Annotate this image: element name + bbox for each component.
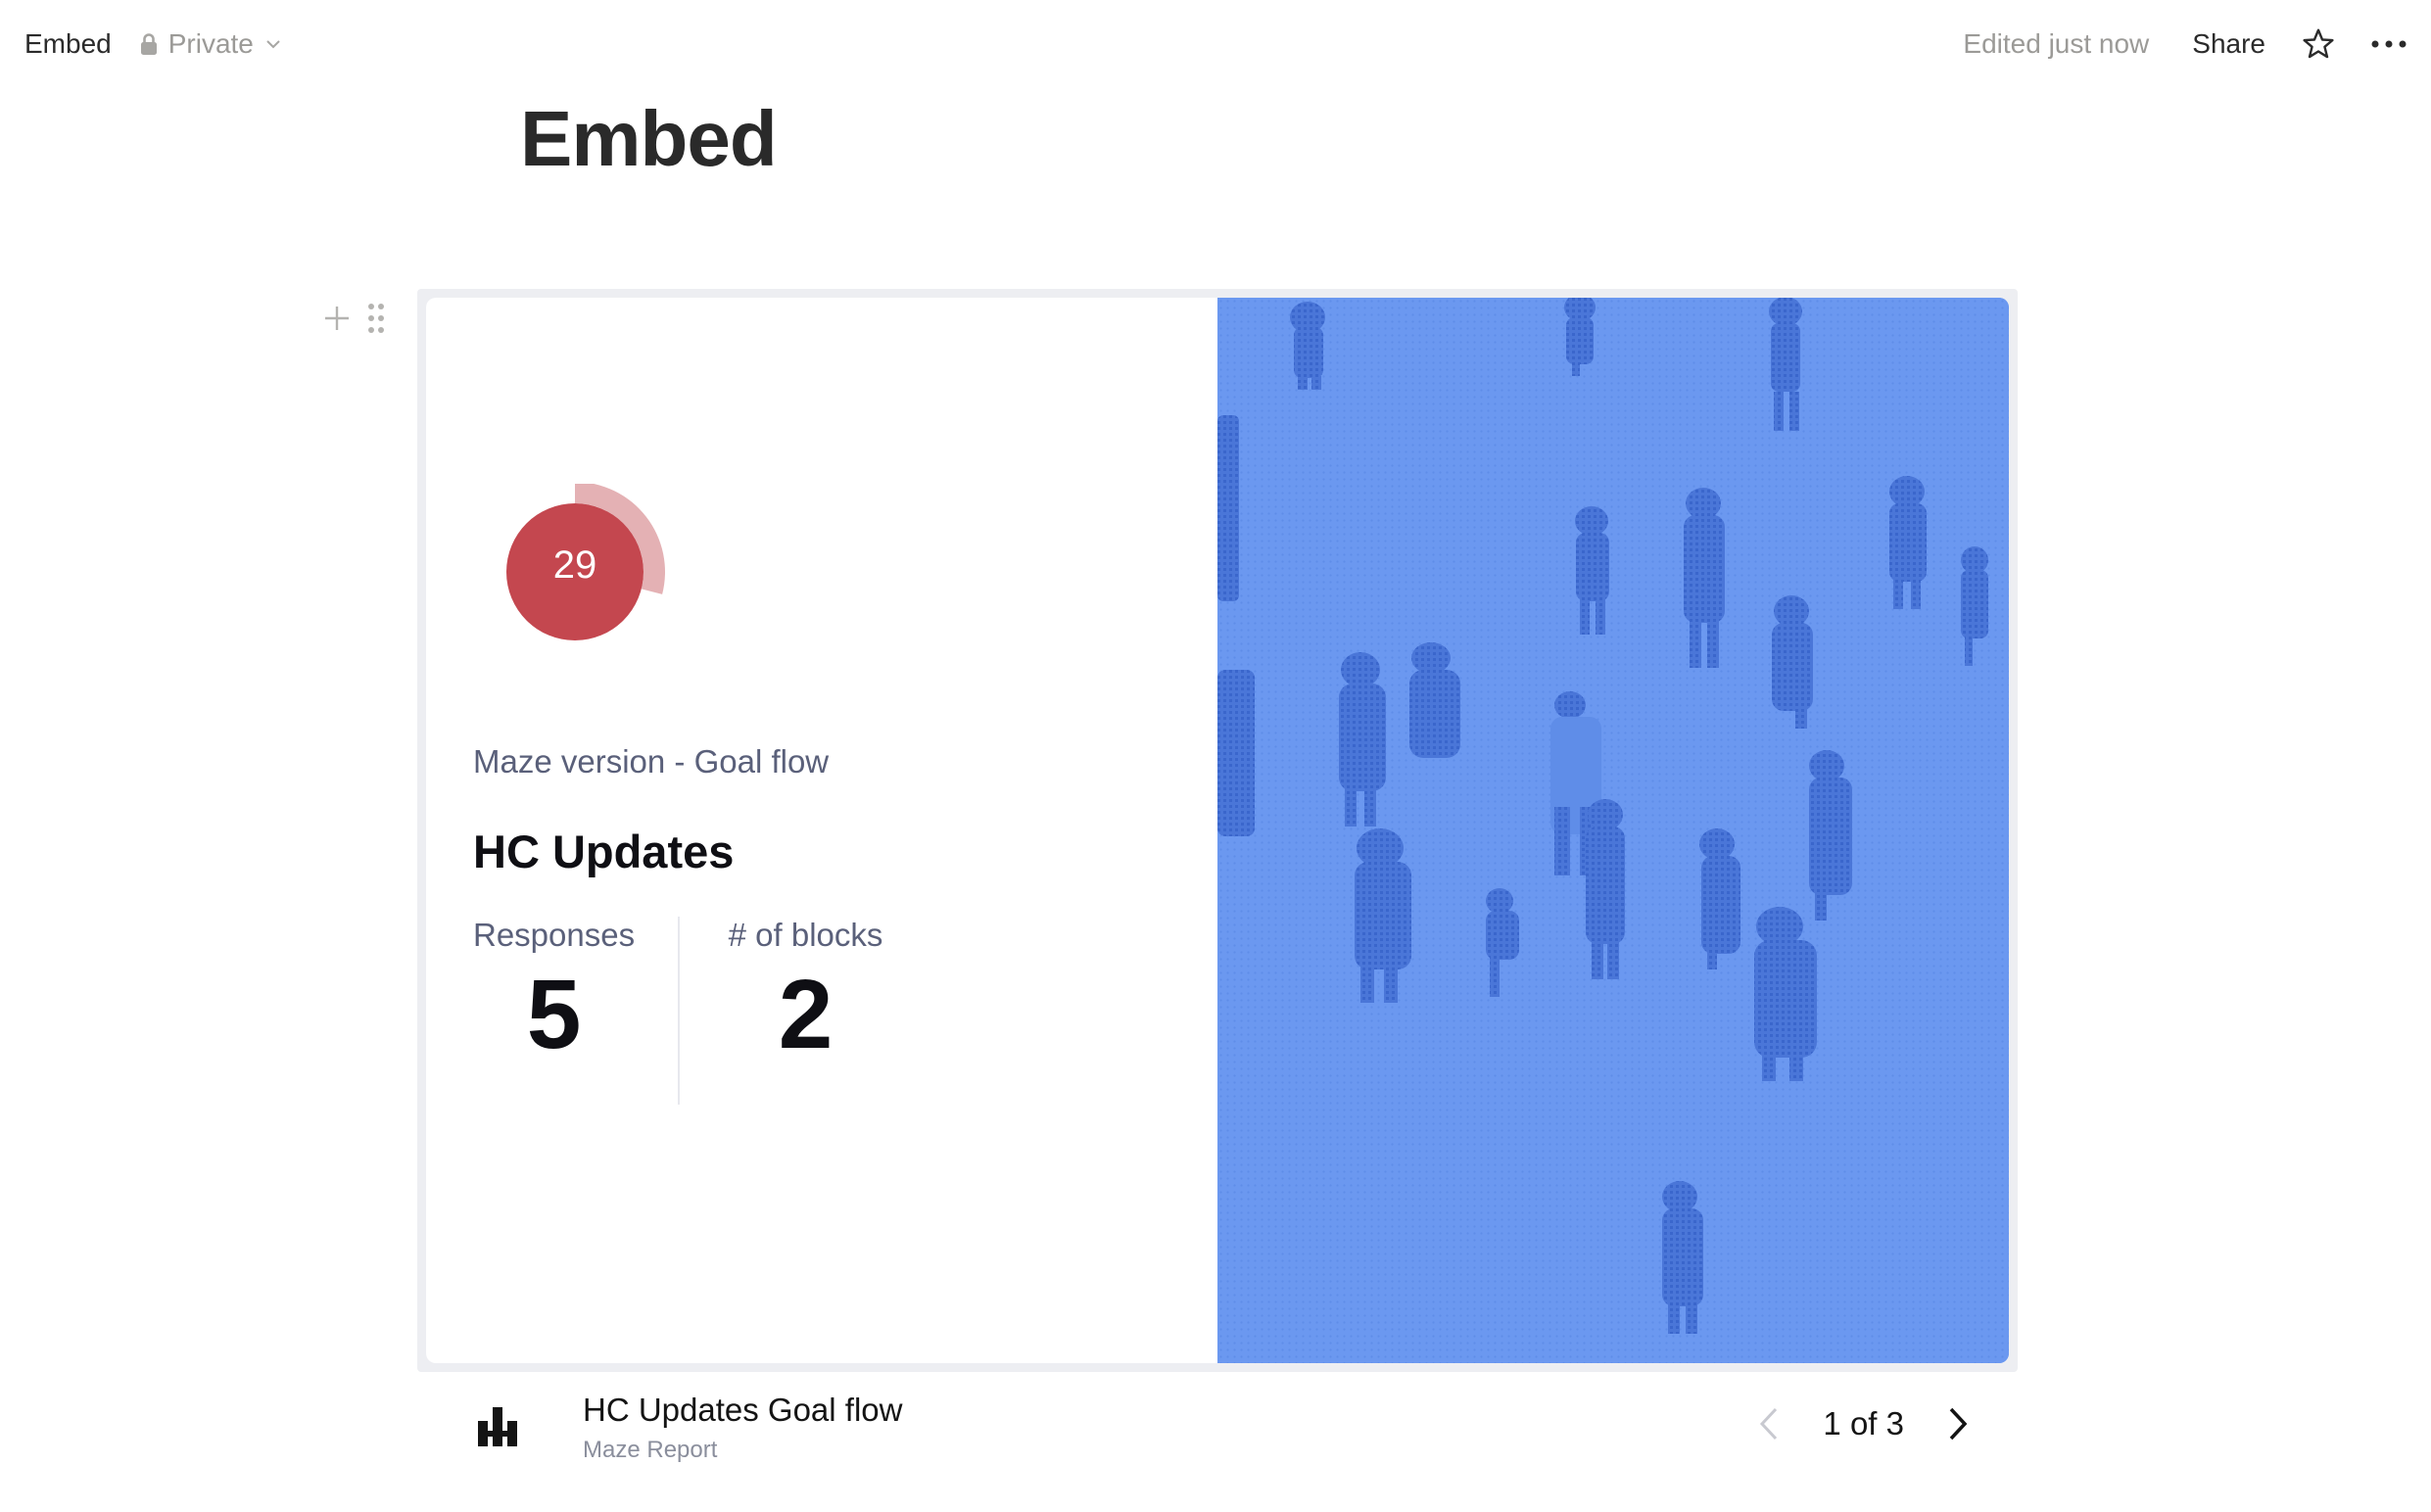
prev-page-button[interactable] xyxy=(1758,1406,1780,1441)
more-icon xyxy=(2371,40,2407,48)
stat-value: 2 xyxy=(778,960,834,1069)
stat-responses: Responses 5 xyxy=(473,917,635,1063)
drag-handle-icon[interactable] xyxy=(366,302,386,335)
report-title: HC Updates xyxy=(473,826,735,877)
edited-status: Edited just now xyxy=(1963,28,2150,59)
chevron-right-icon xyxy=(1949,1407,1968,1441)
score-value: 29 xyxy=(552,543,597,587)
maze-logo-icon xyxy=(478,1407,517,1446)
stat-value: 5 xyxy=(526,960,582,1069)
add-block-icon[interactable] xyxy=(321,303,353,334)
chevron-left-icon xyxy=(1760,1407,1778,1441)
crowd-image xyxy=(1217,298,2009,1363)
privacy-label: Private xyxy=(167,28,254,59)
maze-version-label: Maze version - Goal flow xyxy=(473,743,830,780)
chevron-down-icon xyxy=(266,40,280,49)
footer-subtitle: Maze Report xyxy=(583,1437,718,1463)
page-indicator: 1 of 3 xyxy=(1823,1405,1904,1441)
embed-footer: HC Updates Goal flow Maze Report 1 of 3 xyxy=(417,1376,2018,1503)
top-bar: Embed Private Edited just now Share xyxy=(0,0,2431,88)
footer-title[interactable]: HC Updates Goal flow xyxy=(583,1392,902,1429)
embed-block[interactable]: 29 Maze version - Goal flow HC Updates R… xyxy=(417,289,2018,1372)
favorite-button[interactable] xyxy=(2301,26,2336,62)
maze-report-card: 29 Maze version - Goal flow HC Updates R… xyxy=(426,298,2009,1363)
report-summary: 29 Maze version - Goal flow HC Updates R… xyxy=(426,298,1217,1363)
block-handles xyxy=(321,302,386,335)
breadcrumb-page[interactable]: Embed xyxy=(24,28,112,60)
share-button[interactable]: Share xyxy=(2192,28,2265,60)
privacy-selector[interactable]: Private xyxy=(139,28,291,60)
lock-icon xyxy=(140,33,157,55)
stats-divider xyxy=(678,917,680,1105)
stat-label: Responses xyxy=(473,917,636,953)
page-title[interactable]: Embed xyxy=(520,94,778,184)
stat-blocks: # of blocks 2 xyxy=(725,917,886,1063)
stat-label: # of blocks xyxy=(728,917,883,953)
more-options-button[interactable] xyxy=(2371,39,2407,49)
star-icon xyxy=(2303,28,2334,59)
next-page-button[interactable] xyxy=(1947,1406,1969,1441)
top-right-actions: Edited just now Share xyxy=(1963,26,2407,62)
crowd-illustration xyxy=(1217,298,2009,1363)
pagination: 1 of 3 xyxy=(1758,1405,1969,1442)
